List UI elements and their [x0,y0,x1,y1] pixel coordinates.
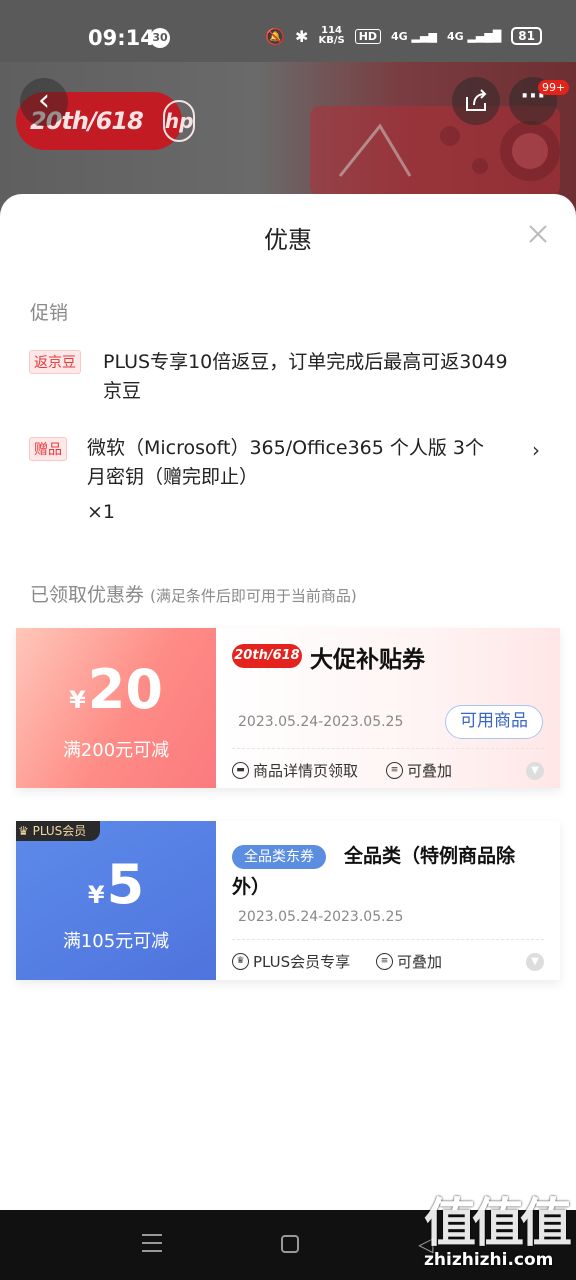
event-618-tag: 20th/618 [232,644,302,668]
back-button[interactable]: ‹ [20,78,68,126]
coupon-title: 大促补贴券 [310,647,425,673]
net-speed-unit: KB/S [318,35,345,46]
home-icon[interactable] [281,1235,299,1253]
close-button[interactable] [524,220,552,248]
chevron-down-icon[interactable]: ▼ [526,762,544,780]
available-goods-button[interactable]: 可用商品 [445,705,543,739]
stack-icon: ≡ [386,762,403,779]
coupon-details: 20th/618 大促补贴券 2023.05.24-2023.05.25 可用商… [216,628,560,788]
notification-badge: 30 [150,28,170,48]
promo-gift-text[interactable]: 微软（Microsoft）365/Office365 个人版 3个 月密钥（赠完… [87,434,484,527]
divider [232,939,544,940]
hp-logo: hp [162,100,196,142]
coupon-details: 全品类（特例商品除外） 全品类东券 2023.05.24-2023.05.25 … [216,821,560,980]
status-bar: 09:14 30 🔕 ✱ 114 KB/S HD 4G ▂▄▆ 4G ▂▄▆█ … [0,0,576,62]
coupon-value-panel: ♛ PLUS会员 ¥5 满105元可减 [16,821,216,980]
coupon-card[interactable]: ♛ PLUS会员 ¥5 满105元可减 全品类（特例商品除外） 全品类东券 20… [16,821,560,980]
coupon-date: 2023.05.24-2023.05.25 [238,714,404,730]
discount-sheet: 优惠 促销 返京豆 PLUS专享10倍返豆，订单完成后最高可返3049 京豆 赠… [0,194,576,1210]
watermark-logo: 值值值 [424,1194,572,1254]
coupon-card[interactable]: ¥20 满200元可减 20th/618 大促补贴券 2023.05.24-20… [16,628,560,788]
stackable-label: 可叠加 [397,953,443,971]
plus-member-label: PLUS会员 [32,824,87,838]
signal-label: 4G [391,29,408,43]
battery-icon: 81 [511,27,542,45]
gift-quantity: ×1 [87,501,116,523]
amount-value: 5 [106,853,145,916]
status-time: 09:14 [88,26,155,50]
mute-icon: 🔕 [265,26,286,46]
coupons-header-title: 已领取优惠券 [30,584,145,606]
coupon-amount: ¥5 [16,853,216,916]
coupon-stackable: ≡ 可叠加 [376,951,442,972]
hd-icon: HD [354,28,382,44]
coupon-value-panel: ¥20 满200元可减 [16,628,216,788]
currency-symbol: ¥ [87,881,105,909]
amount-value: 20 [87,658,163,721]
share-button[interactable] [452,77,500,125]
coupon-condition: 满105元可减 [62,931,170,952]
menu-icon[interactable] [142,1234,162,1252]
crown-icon: ♛ [232,953,249,970]
coupon-date: 2023.05.24-2023.05.25 [238,909,404,925]
source-label: 商品详情页领取 [253,762,359,780]
coupons-header: 已领取优惠券 (满足条件后即可用于当前商品) [30,580,357,607]
plus-member-tag: ♛ PLUS会员 [16,821,101,841]
chevron-down-icon[interactable]: ▼ [526,953,544,971]
coupon-type-tag: 全品类东券 [232,845,326,869]
coupons-header-note: (满足条件后即可用于当前商品) [150,587,357,605]
close-icon [529,225,547,243]
watermark: 值值值 zhizhizhi.com [424,1196,572,1276]
chevron-right-icon[interactable]: › [532,438,540,462]
sheet-title: 优惠 [264,226,312,254]
stack-icon: ≡ [376,953,393,970]
ticket-icon: ▬ [232,762,249,779]
bluetooth-icon: ✱ [295,26,309,46]
currency-symbol: ¥ [69,686,86,714]
signal-icon-2: 4G ▂▄▆█ [446,29,502,43]
share-icon [466,89,487,111]
coupon-amount: ¥20 [16,658,216,721]
signal-icon: 4G ▂▄▆ [391,29,437,43]
promo-tag-gift: 赠品 [29,437,67,461]
coupon-stackable: ≡ 可叠加 [386,760,452,781]
status-icons: 🔕 ✱ 114 KB/S HD 4G ▂▄▆ 4G ▂▄▆█ 81 [265,26,542,46]
promo-line: 月密钥（赠完即止） [87,466,259,488]
source-label: PLUS会员专享 [253,953,351,971]
promo-line: 微软（Microsoft）365/Office365 个人版 3个 [87,437,485,459]
signal-label-2: 4G [446,29,464,43]
promo-line: PLUS专享10倍返豆，订单完成后最高可返3049 [103,351,508,373]
net-speed: 114 KB/S [318,26,344,46]
coupon-source: ♛ PLUS会员专享 [232,951,350,972]
stackable-label: 可叠加 [407,762,453,780]
coupon-source: ▬ 商品详情页领取 [232,760,358,781]
promo-tag-jingdou: 返京豆 [29,350,81,374]
coupon-condition: 满200元可减 [62,740,170,761]
divider [232,748,544,749]
message-count-badge: 99+ [538,80,570,95]
promo-jingdou-text: PLUS专享10倍返豆，订单完成后最高可返3049 京豆 [103,348,508,406]
promotions-header: 促销 [30,302,69,324]
promo-line: 京豆 [103,380,142,402]
